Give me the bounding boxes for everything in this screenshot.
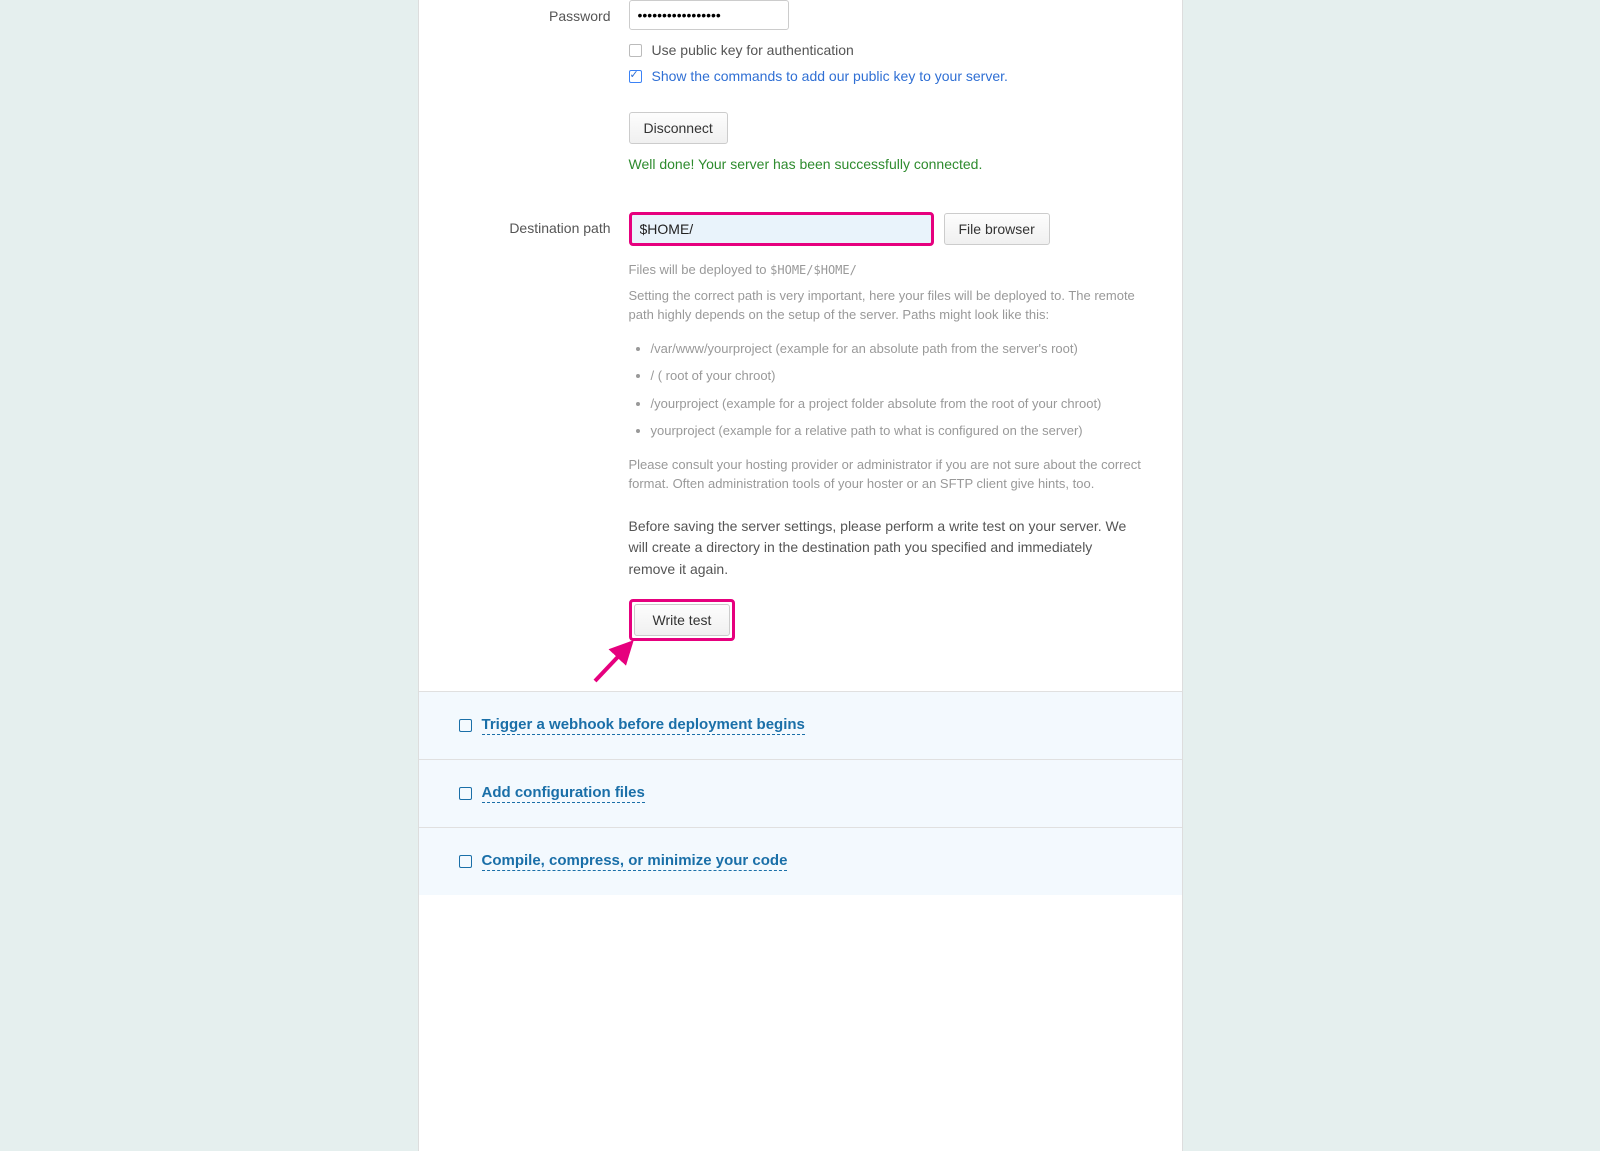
destination-path-input[interactable] xyxy=(629,212,934,246)
file-browser-button[interactable]: File browser xyxy=(944,213,1050,245)
path-example-item: /yourproject (example for a project fold… xyxy=(651,394,1142,414)
disconnect-row: Disconnect xyxy=(629,112,1142,144)
accordion-checkbox[interactable] xyxy=(459,787,472,800)
destination-path-row: Destination path File browser Files will… xyxy=(449,212,1152,641)
consult-hint: Please consult your hosting provider or … xyxy=(629,455,1142,494)
password-label: Password xyxy=(449,0,629,24)
write-test-intro: Before saving the server settings, pleas… xyxy=(629,516,1142,581)
write-test-button[interactable]: Write test xyxy=(634,604,731,636)
deploy-hint-path: $HOME/$HOME/ xyxy=(770,263,857,277)
public-key-checkbox-label: Use public key for authentication xyxy=(652,42,854,58)
accordion: Trigger a webhook before deployment begi… xyxy=(419,691,1182,895)
accordion-title[interactable]: Add configuration files xyxy=(482,784,645,803)
show-commands-toggle-icon[interactable] xyxy=(629,70,642,83)
public-key-checkbox-row: Use public key for authentication xyxy=(629,42,1142,58)
accordion-checkbox[interactable] xyxy=(459,855,472,868)
page-container: Password Use public key for authenticati… xyxy=(418,0,1183,1151)
accordion-item-compile[interactable]: Compile, compress, or minimize your code xyxy=(419,828,1182,895)
path-explanation: Setting the correct path is very importa… xyxy=(629,286,1142,325)
accordion-checkbox[interactable] xyxy=(459,719,472,732)
destination-input-wrap: File browser xyxy=(629,212,1142,246)
path-example-item: yourproject (example for a relative path… xyxy=(651,421,1142,441)
deploy-path-hint: Files will be deployed to $HOME/$HOME/ xyxy=(629,260,1142,280)
public-key-checkbox[interactable] xyxy=(629,44,642,57)
connection-success-message: Well done! Your server has been successf… xyxy=(629,156,1142,172)
disconnect-button[interactable]: Disconnect xyxy=(629,112,728,144)
server-form-section: Password Use public key for authenticati… xyxy=(419,0,1182,691)
accordion-item-config-files[interactable]: Add configuration files xyxy=(419,760,1182,828)
password-row: Password Use public key for authenticati… xyxy=(449,0,1152,172)
accordion-title[interactable]: Trigger a webhook before deployment begi… xyxy=(482,716,805,735)
destination-path-field-col: File browser Files will be deployed to $… xyxy=(629,212,1152,641)
path-examples-list: /var/www/yourproject (example for an abs… xyxy=(651,339,1142,441)
password-input[interactable] xyxy=(629,0,789,30)
path-example-item: /var/www/yourproject (example for an abs… xyxy=(651,339,1142,359)
destination-path-label: Destination path xyxy=(449,212,629,236)
accordion-item-webhook[interactable]: Trigger a webhook before deployment begi… xyxy=(419,692,1182,760)
show-commands-link[interactable]: Show the commands to add our public key … xyxy=(652,68,1008,84)
password-field-col: Use public key for authentication Show t… xyxy=(629,0,1152,172)
show-commands-row: Show the commands to add our public key … xyxy=(629,68,1142,84)
path-example-item: / ( root of your chroot) xyxy=(651,366,1142,386)
arrow-icon xyxy=(587,629,647,689)
accordion-title[interactable]: Compile, compress, or minimize your code xyxy=(482,852,788,871)
path-examples: /var/www/yourproject (example for an abs… xyxy=(629,339,1142,441)
deploy-hint-prefix: Files will be deployed to xyxy=(629,262,771,277)
